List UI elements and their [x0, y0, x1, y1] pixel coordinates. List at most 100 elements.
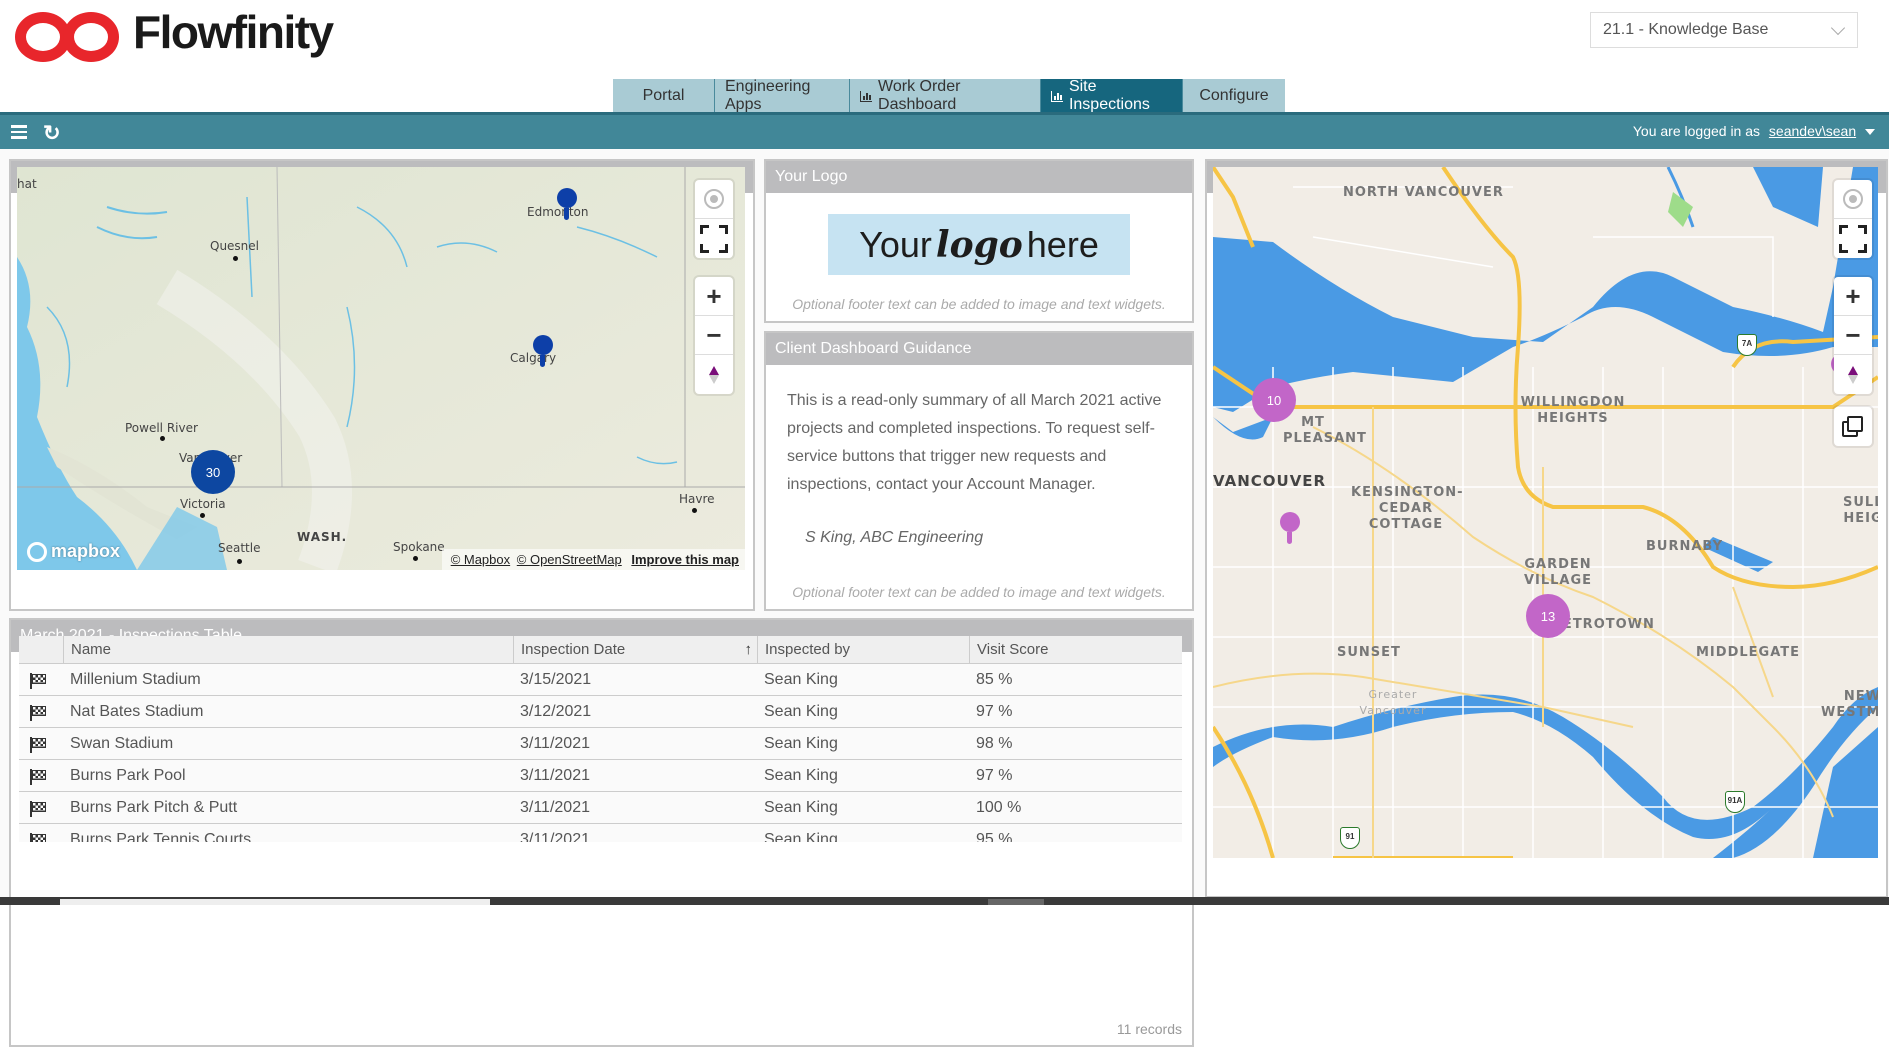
active-projects-map[interactable]: hat Quesnel Edmonton Calgary Powell Rive…	[17, 167, 745, 570]
tab-site-inspections[interactable]: Site Inspections	[1041, 78, 1183, 113]
cell-inspected-by: Sean King	[764, 671, 838, 688]
map-cluster[interactable]: 10	[1252, 378, 1296, 422]
city-dot	[200, 513, 205, 518]
workspace-select[interactable]: 21.1 - Knowledge Base	[1590, 12, 1858, 48]
locate-button[interactable]	[695, 180, 733, 219]
inspections-map-widget: March 2021 - Inspections Map	[1205, 159, 1888, 898]
tab-label: Work Order Dashboard	[878, 78, 961, 113]
workspace-select-value: 21.1 - Knowledge Base	[1603, 21, 1769, 38]
city-dot	[160, 436, 165, 441]
checkered-flag-icon[interactable]	[30, 769, 47, 785]
mapbox-logo[interactable]: mapbox	[27, 541, 120, 562]
map-label: VANCOUVER	[1213, 472, 1327, 490]
map-label: KENSINGTON-CEDAR COTTAGE	[1351, 485, 1464, 532]
fullscreen-icon	[700, 224, 728, 253]
refresh-icon[interactable]: ↻	[43, 121, 61, 146]
map-pin[interactable]	[1280, 512, 1300, 544]
inspections-map[interactable]: NORTH VANCOUVER WILLINGDON HEIGHTS MT PL…	[1213, 167, 1878, 858]
compass-button[interactable]	[1834, 355, 1872, 394]
map-label: NORTH VANCOUVER	[1343, 185, 1504, 200]
taskbar-item[interactable]	[60, 899, 490, 905]
taskbar-item[interactable]	[988, 899, 1044, 905]
map-zoom-controls: + −	[1834, 277, 1872, 394]
table-row[interactable]: Swan Stadium 3/11/2021 Sean King 98 %	[19, 728, 1182, 760]
checkered-flag-icon[interactable]	[30, 737, 47, 753]
table-row[interactable]: Nat Bates Stadium 3/12/2021 Sean King 97…	[19, 696, 1182, 728]
tab-engineering-apps[interactable]: Engineering Apps	[715, 78, 850, 113]
column-header-inspection-date[interactable]: Inspection Date ↑	[513, 636, 757, 663]
checkered-flag-icon[interactable]	[30, 673, 47, 689]
tab-label: Site Inspections	[1068, 78, 1150, 113]
caret-down-icon[interactable]	[1865, 129, 1875, 136]
highway-shield: 91A	[1725, 791, 1745, 813]
map-label: MIDDLEGATE	[1696, 645, 1800, 660]
cell-inspected-by: Sean King	[764, 735, 838, 752]
fullscreen-icon	[1839, 224, 1867, 253]
tab-work-order-dashboard[interactable]: Work Order Dashboard	[850, 78, 1041, 113]
menu-icon[interactable]	[11, 125, 27, 139]
improve-map-link[interactable]: Improve this map	[631, 552, 739, 567]
cell-inspection-date: 3/11/2021	[520, 831, 590, 842]
login-status: You are logged in as seandev\sean	[1633, 123, 1875, 139]
column-header-name[interactable]: Name	[63, 636, 513, 663]
map-cluster[interactable]: 30	[191, 450, 235, 494]
map-label: Quesnel	[210, 239, 260, 253]
cell-name: Burns Park Pitch & Putt	[70, 799, 238, 816]
map-label: BURNABY	[1646, 539, 1724, 554]
cell-inspection-date: 3/11/2021	[520, 767, 590, 784]
flowfinity-logo[interactable]: Flowfinity	[15, 4, 334, 64]
cell-inspection-date: 3/11/2021	[520, 799, 590, 816]
fullscreen-button[interactable]	[695, 219, 733, 258]
username-link[interactable]: seandev\sean	[1769, 123, 1856, 139]
checkered-flag-icon[interactable]	[30, 801, 47, 817]
table-row[interactable]: Burns Park Tennis Courts 3/11/2021 Sean …	[19, 824, 1182, 842]
tab-configure[interactable]: Configure	[1183, 79, 1285, 113]
terrain-map-graphic	[17, 167, 745, 570]
layers-button[interactable]	[1834, 407, 1872, 446]
highway-shield: 7A	[1737, 334, 1757, 356]
map-label: Victoria	[180, 497, 226, 511]
locate-icon	[704, 189, 724, 209]
map-label: Seattle	[218, 541, 261, 555]
main-tabs: Portal Engineering Apps Work Order Dashb…	[613, 78, 1285, 113]
map-pin-calgary[interactable]	[533, 335, 553, 367]
checkered-flag-icon[interactable]	[30, 833, 47, 842]
widget-title: Your Logo	[766, 161, 1192, 193]
map-label: WILLINGDON HEIGHTS	[1520, 395, 1626, 426]
zoom-in-button[interactable]: +	[1834, 277, 1872, 316]
map-label: Havre	[679, 492, 715, 506]
minus-icon: −	[1845, 319, 1861, 350]
zoom-out-button[interactable]: −	[695, 316, 733, 355]
checkered-flag-icon[interactable]	[30, 705, 47, 721]
locate-button[interactable]	[1834, 180, 1872, 219]
guidance-text: This is a read-only summary of all March…	[787, 392, 1162, 493]
guidance-widget: Client Dashboard Guidance This is a read…	[764, 331, 1194, 611]
table-row[interactable]: Burns Park Pool 3/11/2021 Sean King 97 %	[19, 760, 1182, 792]
table-row[interactable]: Burns Park Pitch & Putt 3/11/2021 Sean K…	[19, 792, 1182, 824]
table-row[interactable]: Millenium Stadium 3/15/2021 Sean King 85…	[19, 664, 1182, 696]
osm-attribution-link[interactable]: © OpenStreetMap	[517, 552, 622, 567]
layers-icon	[1842, 415, 1864, 438]
map-zoom-controls: + −	[695, 277, 733, 394]
column-header-visit-score[interactable]: Visit Score	[969, 636, 1182, 663]
logo-image: Your logo here	[828, 214, 1130, 275]
tab-portal[interactable]: Portal	[613, 79, 715, 113]
chevron-down-icon	[1830, 20, 1846, 36]
cell-name: Burns Park Pool	[70, 767, 186, 784]
map-cluster[interactable]: 13	[1526, 594, 1570, 638]
compass-button[interactable]	[695, 355, 733, 394]
fullscreen-button[interactable]	[1834, 219, 1872, 258]
column-header-inspected-by[interactable]: Inspected by	[757, 636, 969, 663]
map-label: GARDEN VILLAGE	[1523, 557, 1593, 588]
highway-shield: 91	[1340, 827, 1360, 849]
zoom-in-button[interactable]: +	[695, 277, 733, 316]
table-body: Millenium Stadium 3/15/2021 Sean King 85…	[19, 664, 1182, 842]
city-dot	[237, 559, 242, 564]
mapbox-attribution-link[interactable]: © Mapbox	[451, 552, 510, 567]
cell-visit-score: 97 %	[976, 703, 1013, 720]
map-layer-controls	[1834, 407, 1872, 446]
zoom-out-button[interactable]: −	[1834, 316, 1872, 355]
compass-icon	[1848, 365, 1858, 384]
map-pin-edmonton[interactable]	[557, 188, 577, 220]
widget-footer-note: Optional footer text can be added to ima…	[792, 296, 1166, 312]
